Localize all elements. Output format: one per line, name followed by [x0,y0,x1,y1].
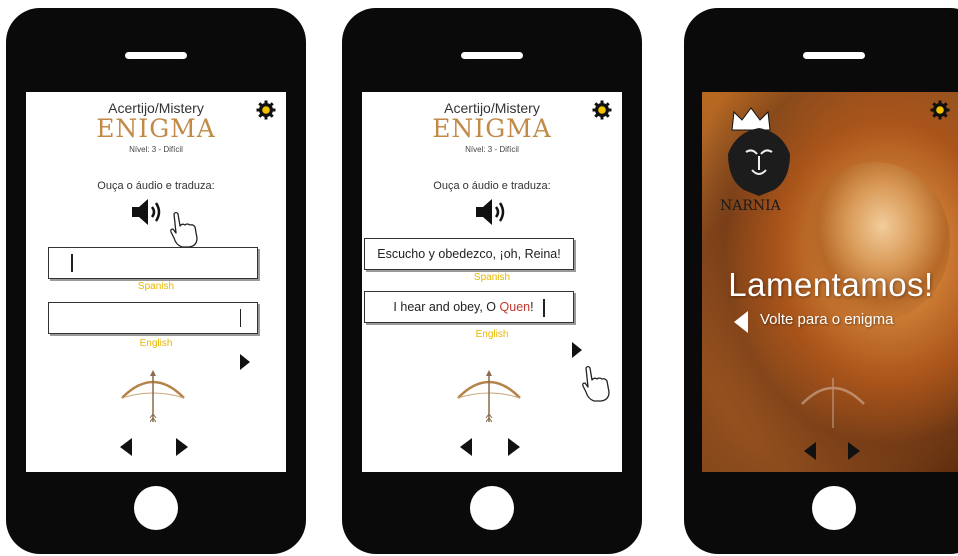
english-input[interactable]: I hear and obey, O Quen! [364,291,574,323]
english-label: English [139,338,173,349]
next-arrow-icon[interactable] [572,342,582,358]
narnia-logo-text: NARNIA [720,198,781,214]
phone-speaker [125,52,187,59]
bow-arrow-icon [801,378,865,428]
instruction-text: Ouça o áudio e traduza: [433,180,551,192]
next-icon[interactable] [508,438,520,456]
phone-mockup-1: Acertijo/Mistery ENIGMA Nível: 3 - Difíc… [6,8,306,554]
level-label: Nível: 3 - Difícil [129,145,183,154]
next-icon[interactable] [848,442,860,460]
error-message: Lamentamos! [728,266,934,303]
phone-speaker [803,52,865,59]
back-to-enigma-link[interactable]: Volte para o enigma [760,311,893,328]
brand-title: ENIGMA [96,114,216,143]
prev-icon[interactable] [460,438,472,456]
phone-mockup-2: Acertijo/Mistery ENIGMA Nível: 3 - Difíc… [342,8,642,554]
phone-speaker [461,52,523,59]
hand-pointer-icon [170,211,198,248]
prev-icon[interactable] [120,438,132,456]
spanish-label: Spanish [473,272,511,283]
instruction-text: Ouça o áudio e traduza: [97,180,215,192]
bow-arrow-icon [457,370,521,423]
spanish-label: Spanish [137,281,175,292]
next-arrow-icon[interactable] [240,354,250,370]
screen-answer: Acertijo/Mistery ENIGMA Nível: 3 - Difíc… [362,92,622,472]
home-button[interactable] [812,486,856,530]
bow-arrow-icon [121,370,185,423]
phone-mockup-3: NARNIA Lamentamos! Volte para o enigma [684,8,958,554]
screen-wrong-answer: NARNIA Lamentamos! Volte para o enigma [702,92,958,472]
english-label: English [475,329,509,340]
spanish-input[interactable]: Escucho y obedezco, ¡oh, Reina! [364,238,574,270]
home-button[interactable] [134,486,178,530]
lion-logo-icon [728,128,790,196]
error-word: Quen [499,300,531,314]
hand-pointer-icon [582,365,610,402]
level-label: Nível: 3 - Difícil [465,145,519,154]
brand-title: ENIGMA [432,114,552,143]
screen-question: Acertijo/Mistery ENIGMA Nível: 3 - Difíc… [26,92,286,472]
back-arrow-icon[interactable] [734,311,748,333]
speaker-icon[interactable] [474,197,510,227]
spanish-input[interactable] [48,247,258,279]
gear-icon[interactable] [930,100,950,120]
next-icon[interactable] [176,438,188,456]
prev-icon[interactable] [804,442,816,460]
english-input[interactable] [48,302,258,334]
home-button[interactable] [470,486,514,530]
speaker-icon[interactable] [130,197,166,227]
